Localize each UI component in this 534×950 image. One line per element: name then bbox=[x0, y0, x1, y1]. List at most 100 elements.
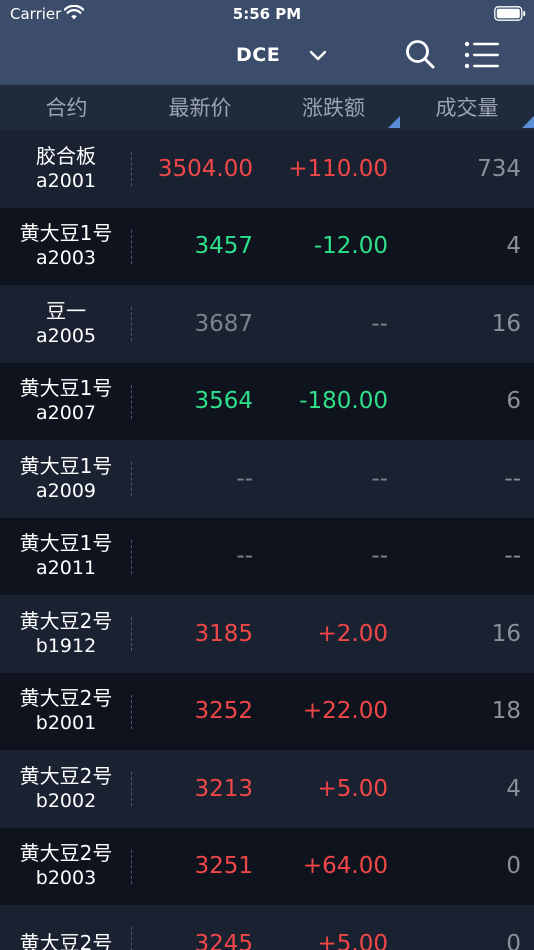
contract-name: 黄大豆1号 bbox=[19, 221, 113, 246]
cell-divider bbox=[131, 772, 132, 806]
contract-code: b2002 bbox=[35, 789, 97, 812]
last-price: -- bbox=[236, 465, 253, 492]
last-price: 3252 bbox=[194, 698, 253, 725]
price-change: +22.00 bbox=[302, 698, 388, 725]
quote-row[interactable]: 黄大豆1号 a2009 -- -- -- bbox=[0, 440, 534, 518]
contract-cell: 黄大豆2号 b2001 bbox=[0, 673, 132, 751]
volume: 4 bbox=[506, 775, 521, 802]
quote-row[interactable]: 黄大豆2号 b1912 3185 +2.00 16 bbox=[0, 595, 534, 673]
last-price: 3504.00 bbox=[157, 155, 253, 182]
volume: 16 bbox=[491, 310, 521, 337]
contract-cell: 黄大豆1号 a2009 bbox=[0, 440, 132, 518]
exchange-selector[interactable]: DCE bbox=[236, 44, 280, 66]
price-change: +5.00 bbox=[317, 930, 388, 950]
quote-row[interactable]: 胶合板 a2001 3504.00 +110.00 734 bbox=[0, 130, 534, 208]
volume: 6 bbox=[506, 388, 521, 415]
column-name[interactable]: 合约 bbox=[0, 85, 133, 131]
contract-code: a2001 bbox=[36, 169, 96, 192]
price-change: +5.00 bbox=[317, 775, 388, 802]
quote-row[interactable]: 黄大豆1号 a2007 3564 -180.00 6 bbox=[0, 362, 534, 441]
cell-divider bbox=[131, 384, 132, 419]
battery-icon bbox=[494, 6, 526, 21]
contract-code: a2011 bbox=[36, 557, 96, 580]
last-price: 3251 bbox=[194, 853, 253, 880]
column-volume[interactable]: 成交量 bbox=[400, 85, 534, 131]
last-price: -- bbox=[236, 543, 253, 570]
last-price: 3687 bbox=[194, 310, 253, 337]
price-change: +64.00 bbox=[302, 853, 388, 880]
price-change: -180.00 bbox=[299, 388, 388, 415]
chevron-down-icon[interactable] bbox=[308, 45, 328, 65]
column-price[interactable]: 最新价 bbox=[133, 85, 267, 131]
quote-row[interactable]: 豆一 a2005 3687 -- 16 bbox=[0, 285, 534, 363]
status-time: 5:56 PM bbox=[232, 5, 302, 23]
contract-name: 黄大豆2号 bbox=[19, 931, 113, 950]
contract-code: a2009 bbox=[36, 479, 96, 502]
contract-cell: 黄大豆1号 a2007 bbox=[0, 363, 132, 441]
volume: -- bbox=[504, 465, 521, 492]
contract-code: b2001 bbox=[35, 712, 97, 735]
price-change: -- bbox=[371, 465, 388, 492]
last-price: 3185 bbox=[194, 620, 253, 647]
column-change[interactable]: 涨跌额 bbox=[267, 85, 400, 131]
contract-cell: 黄大豆1号 a2011 bbox=[0, 518, 132, 596]
cell-divider bbox=[131, 152, 132, 186]
app-header: Carrier 5:56 PM DCE bbox=[0, 0, 534, 84]
contract-code: b2003 bbox=[35, 867, 97, 890]
contract-name: 黄大豆2号 bbox=[19, 841, 113, 866]
cell-divider bbox=[131, 849, 132, 884]
volume: -- bbox=[504, 543, 521, 570]
cell-divider bbox=[131, 539, 132, 574]
contract-cell: 黄大豆2号 b2003 bbox=[0, 828, 132, 906]
price-change: -- bbox=[371, 543, 388, 570]
quote-row[interactable]: 黄大豆2号 b2003 3251 +64.00 0 bbox=[0, 827, 534, 906]
contract-name: 黄大豆1号 bbox=[19, 453, 113, 478]
cell-divider bbox=[131, 927, 132, 950]
column-header: 合约 最新价 涨跌额 成交量 bbox=[0, 84, 534, 130]
sort-corner-icon bbox=[522, 116, 534, 128]
cell-divider bbox=[131, 462, 132, 496]
cell-divider bbox=[131, 307, 132, 341]
contract-cell: 黄大豆1号 a2003 bbox=[0, 208, 132, 286]
contract-code: a2005 bbox=[36, 324, 96, 347]
quote-row[interactable]: 黄大豆2号 b2002 3213 +5.00 4 bbox=[0, 750, 534, 828]
quote-row[interactable]: 黄大豆1号 a2003 3457 -12.00 4 bbox=[0, 207, 534, 286]
last-price: 3457 bbox=[194, 233, 253, 260]
volume: 734 bbox=[477, 155, 521, 182]
nav-bar: DCE bbox=[0, 28, 534, 84]
list-menu-icon[interactable] bbox=[464, 40, 500, 70]
contract-name: 胶合板 bbox=[36, 143, 96, 168]
volume: 18 bbox=[491, 698, 521, 725]
price-change: +2.00 bbox=[317, 620, 388, 647]
price-change: -- bbox=[371, 310, 388, 337]
last-price: 3564 bbox=[194, 388, 253, 415]
volume: 4 bbox=[506, 233, 521, 260]
volume: 16 bbox=[491, 620, 521, 647]
price-change: +110.00 bbox=[288, 155, 388, 182]
sort-corner-icon bbox=[388, 116, 400, 128]
cell-divider bbox=[131, 617, 132, 651]
contract-cell: 黄大豆2号 b2002 bbox=[0, 750, 132, 828]
volume: 0 bbox=[506, 853, 521, 880]
contract-code: b1912 bbox=[35, 634, 97, 657]
volume: 0 bbox=[506, 930, 521, 950]
quote-row[interactable]: 黄大豆2号 3245 +5.00 0 bbox=[0, 905, 534, 950]
search-icon[interactable] bbox=[404, 38, 436, 70]
contract-cell: 豆一 a2005 bbox=[0, 285, 132, 363]
contract-code: a2003 bbox=[36, 247, 96, 270]
cell-divider bbox=[131, 694, 132, 729]
contract-name: 黄大豆1号 bbox=[19, 531, 113, 556]
contract-code: a2007 bbox=[36, 402, 96, 425]
contract-name: 黄大豆2号 bbox=[19, 686, 113, 711]
contract-cell: 黄大豆2号 bbox=[0, 905, 132, 950]
contract-cell: 胶合板 a2001 bbox=[0, 130, 132, 208]
contract-name: 黄大豆2号 bbox=[19, 608, 113, 633]
contract-name: 豆一 bbox=[46, 298, 86, 323]
status-bar: Carrier 5:56 PM bbox=[0, 0, 534, 28]
cell-divider bbox=[131, 229, 132, 264]
last-price: 3245 bbox=[194, 930, 253, 950]
contract-cell: 黄大豆2号 b1912 bbox=[0, 595, 132, 673]
quote-row[interactable]: 黄大豆2号 b2001 3252 +22.00 18 bbox=[0, 672, 534, 751]
last-price: 3213 bbox=[194, 775, 253, 802]
quote-row[interactable]: 黄大豆1号 a2011 -- -- -- bbox=[0, 517, 534, 596]
